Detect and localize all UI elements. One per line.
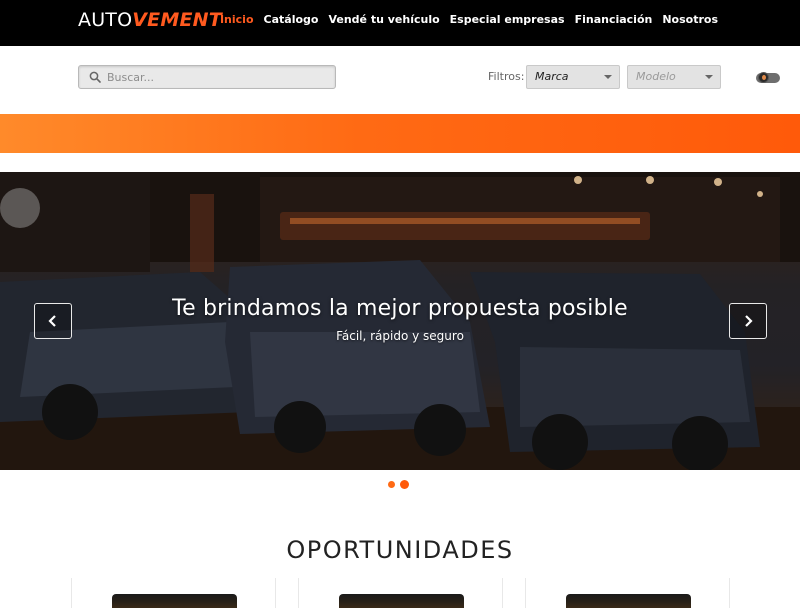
search-input[interactable] [107,66,327,88]
hero-carousel: Te brindamos la mejor propuesta posible … [0,172,800,470]
model-select[interactable]: Modelo [627,65,721,89]
carousel-dot-1[interactable] [388,481,395,488]
search-box[interactable] [78,65,336,89]
logo-text-auto: AUTO [78,9,133,31]
hero-title: Te brindamos la mejor propuesta posible [172,296,628,321]
chevron-down-icon [705,75,713,79]
nav-item-catalogo[interactable]: Catálogo [264,13,319,26]
opportunity-card[interactable] [525,578,730,608]
search-filter-bar: Filtros: Marca Modelo [0,46,800,114]
nav-item-nosotros[interactable]: Nosotros [662,13,718,26]
model-select-value: Modelo [636,70,676,83]
nav-item-inicio[interactable]: Inicio [220,13,254,26]
carousel-dot-2[interactable] [400,480,409,489]
nav-item-especial-empresas[interactable]: Especial empresas [450,13,565,26]
opportunity-card[interactable] [71,578,276,608]
opportunity-card[interactable] [298,578,503,608]
search-icon [89,71,101,83]
dark-mode-toggle[interactable] [756,72,780,83]
promo-band [0,114,800,153]
carousel-indicators [388,480,409,489]
section-title-oportunidades: OPORTUNIDADES [286,536,514,564]
card-image [112,594,237,608]
moon-icon [758,72,769,83]
brand-select[interactable]: Marca [526,65,620,89]
brand-select-value: Marca [535,70,569,83]
nav-item-financiacion[interactable]: Financiación [575,13,653,26]
card-image [339,594,464,608]
chevron-down-icon [604,75,612,79]
brand-logo[interactable]: AUTO VEMENT [78,9,222,33]
filters-label: Filtros: [488,70,525,83]
nav-item-vende-tu-vehiculo[interactable]: Vendé tu vehículo [328,13,439,26]
card-image [566,594,691,608]
logo-text-vement: VEMENT [132,9,222,31]
navbar: AUTO VEMENT Inicio Catálogo Vendé tu vehí… [0,0,800,46]
hero-background-image [0,172,800,470]
main-nav: Inicio Catálogo Vendé tu vehículo Especi… [220,13,718,26]
hero-subtitle: Fácil, rápido y seguro [336,329,464,343]
